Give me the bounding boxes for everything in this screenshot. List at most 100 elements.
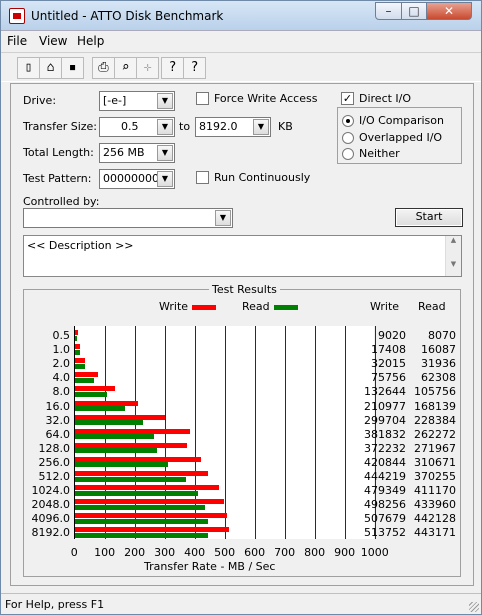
read-value: 16087 [421, 343, 456, 357]
read-value: 31936 [421, 357, 456, 371]
write-value: 381832 [364, 427, 406, 441]
close-button[interactable]: ✕ [426, 2, 472, 20]
x-tick-label: 0 [70, 546, 78, 559]
to-label: to [179, 120, 191, 133]
write-bar [75, 428, 190, 434]
read-bar [75, 349, 80, 355]
chevron-down-icon[interactable]: ▼ [157, 119, 173, 135]
write-value: 507679 [364, 512, 406, 526]
read-value: 271967 [414, 441, 456, 455]
write-value: 372232 [364, 441, 406, 455]
category-label: 0.5 [52, 329, 71, 342]
drive-select[interactable]: [-e-] ▼ [99, 91, 175, 111]
write-column-header: Write [370, 300, 400, 313]
write-value: 210977 [364, 399, 406, 413]
chevron-down-icon[interactable]: ▼ [157, 171, 173, 187]
force-write-access-checkbox[interactable] [196, 92, 209, 105]
open-icon[interactable]: ⌂ [39, 57, 62, 79]
save-icon[interactable]: ▪ [61, 57, 84, 79]
app-window: Untitled - ATTO Disk Benchmark – □ ✕ Fil… [0, 0, 482, 615]
chevron-down-icon[interactable]: ▼ [253, 119, 269, 135]
resize-grip[interactable] [469, 602, 479, 612]
write-bar [75, 485, 219, 491]
minimize-button[interactable]: – [375, 2, 402, 20]
overlapped-io-label[interactable]: Overlapped I/O [359, 131, 442, 144]
help-icon[interactable]: ? [161, 57, 184, 79]
window-title: Untitled - ATTO Disk Benchmark [31, 9, 224, 23]
gridline [315, 326, 316, 539]
read-bar [75, 518, 208, 524]
read-bar [75, 420, 144, 426]
controlled-by-select[interactable]: ▼ [23, 208, 233, 228]
menu-bar: File View Help [1, 31, 481, 51]
total-length-select[interactable]: 256 MB ▼ [99, 143, 175, 163]
direct-io-checkbox[interactable]: ✓ [341, 92, 354, 105]
menu-file[interactable]: File [7, 34, 27, 48]
x-tick-label: 800 [304, 546, 326, 559]
read-value: 8070 [428, 329, 456, 342]
test-pattern-select[interactable]: 00000000 ▼ [99, 169, 175, 189]
category-label: 8.0 [52, 385, 71, 399]
test-pattern-label: Test Pattern: [23, 172, 92, 185]
x-tick-label: 700 [274, 546, 296, 559]
status-text: For Help, press F1 [5, 598, 105, 611]
chevron-down-icon[interactable]: ▼ [157, 145, 173, 161]
print-icon[interactable]: ⎙ [92, 57, 115, 79]
write-bar [75, 330, 78, 335]
status-bar: For Help, press F1 [1, 593, 481, 614]
description-scrollbar[interactable]: ▲ ▼ [445, 236, 461, 276]
category-label: 256.0 [38, 455, 71, 469]
category-label: 1.0 [52, 343, 71, 357]
menu-view[interactable]: View [39, 34, 67, 48]
x-tick-label: 200 [124, 546, 146, 559]
context-help-icon[interactable]: ? [183, 57, 206, 79]
description-field[interactable]: << Description >> ▲ ▼ [23, 235, 462, 277]
read-value: 310671 [414, 455, 456, 469]
write-value: 498256 [364, 498, 406, 512]
transfer-size-from-select[interactable]: 0.5 ▼ [99, 117, 175, 137]
chevron-down-icon[interactable]: ▼ [157, 93, 173, 109]
run-continuously-label[interactable]: Run Continuously [214, 171, 310, 184]
menu-help[interactable]: Help [77, 34, 104, 48]
write-bar [75, 456, 202, 462]
transfer-size-to-select[interactable]: 8192.0 ▼ [195, 117, 271, 137]
new-icon[interactable]: ▯ [17, 57, 40, 79]
overlapped-io-radio[interactable] [342, 132, 354, 144]
controlled-by-label: Controlled by: [23, 195, 100, 208]
io-comparison-radio[interactable] [342, 115, 354, 127]
category-label: 64.0 [45, 427, 71, 441]
gridline [345, 326, 346, 539]
read-bar [75, 532, 208, 538]
read-bar [75, 406, 126, 411]
x-tick-label: 1000 [360, 546, 389, 559]
chevron-down-icon[interactable]: ▼ [215, 210, 231, 226]
run-continuously-checkbox[interactable] [196, 171, 209, 184]
neither-radio[interactable] [342, 148, 354, 160]
neither-label[interactable]: Neither [359, 147, 400, 160]
force-write-access-label[interactable]: Force Write Access [214, 92, 317, 105]
start-button[interactable]: Start [395, 208, 463, 227]
read-value: 411170 [414, 484, 456, 498]
move-icon[interactable]: ✛ [136, 57, 159, 79]
x-tick-label: 600 [244, 546, 266, 559]
maximize-button[interactable]: □ [401, 2, 427, 20]
read-value: 105756 [414, 385, 456, 399]
gridline [285, 326, 286, 539]
transfer-size-from-value: 0.5 [121, 120, 139, 133]
direct-io-label[interactable]: Direct I/O [359, 92, 411, 105]
write-bar [75, 513, 228, 519]
legend-read-label: Read [242, 300, 270, 313]
write-value: 17408 [371, 343, 406, 357]
write-value: 132644 [364, 385, 406, 399]
title-bar[interactable]: Untitled - ATTO Disk Benchmark – □ ✕ [1, 1, 481, 31]
write-bar [75, 358, 85, 364]
write-value: 479349 [364, 484, 406, 498]
read-bar [75, 448, 157, 454]
print-preview-icon[interactable]: ⌕ [114, 57, 137, 79]
gridline [255, 326, 256, 539]
io-comparison-label[interactable]: I/O Comparison [359, 114, 444, 127]
write-bar [75, 527, 230, 533]
write-bar [75, 386, 115, 392]
read-value: 228384 [414, 413, 456, 427]
drive-value: [-e-] [103, 94, 127, 107]
